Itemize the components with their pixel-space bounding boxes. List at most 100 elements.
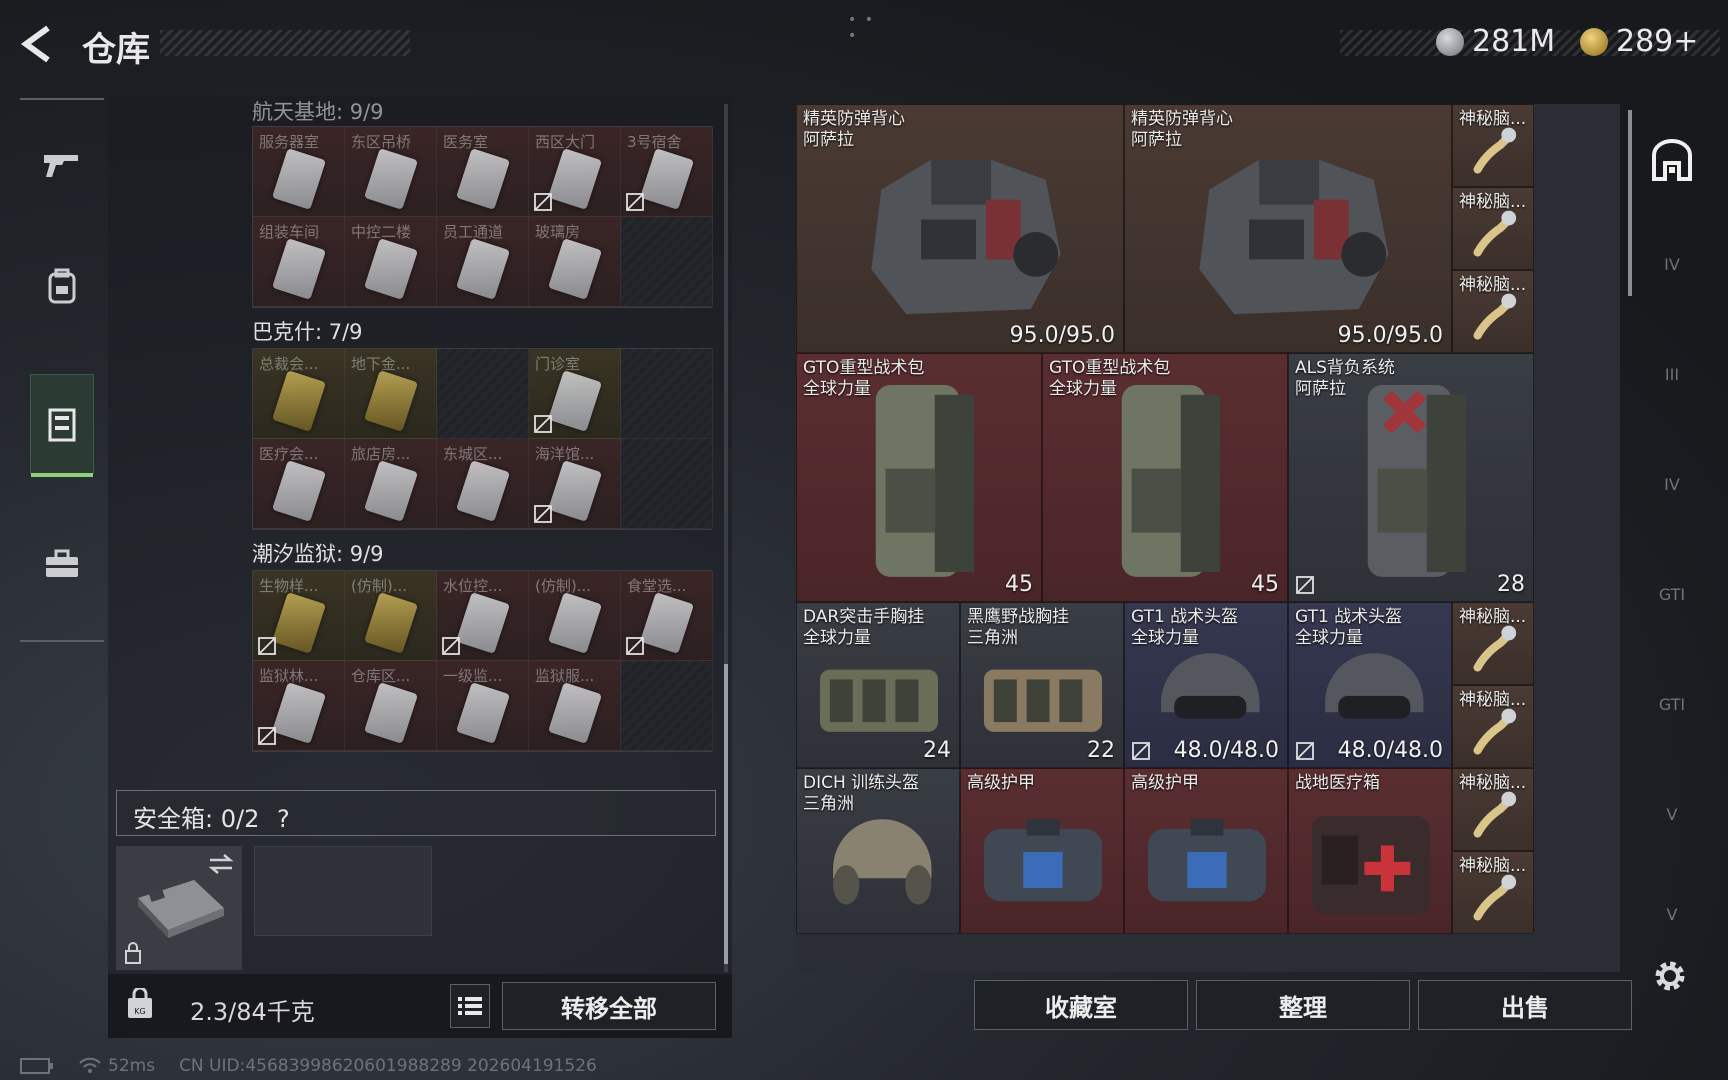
key-grid-prison: 生物样... (仿制)... 水位控... (仿制)... 食堂选... 监狱林... 仓库… (252, 570, 713, 752)
key-card-slot[interactable]: 水位控... (437, 571, 529, 661)
key-card-slot[interactable]: 生物样... (253, 571, 345, 661)
inventory-item[interactable]: ALS背负系统 阿萨拉 28 (1288, 353, 1534, 602)
rail-container-iv-b[interactable]: IV (1640, 454, 1704, 514)
key-card-slot[interactable]: 门诊室 (529, 349, 621, 439)
key-card-slot[interactable] (621, 661, 713, 751)
keycard-icon (363, 592, 419, 654)
key-card-slot[interactable]: 组装车间 (253, 217, 345, 307)
inventory-item[interactable]: DAR突击手胸挂 全球力量 24 (796, 602, 960, 768)
safe-case-icon (138, 880, 224, 938)
key-card-slot[interactable]: 东区吊桥 (345, 127, 437, 217)
key-card-slot[interactable]: (仿制)... (345, 571, 437, 661)
key-card-slot[interactable]: 医疗会... (253, 439, 345, 529)
rail-container-gti-a[interactable]: GTI (1640, 564, 1704, 624)
keycard-icon (547, 148, 603, 210)
inventory-item[interactable]: 黑鹰野战胸挂 三角洲 22 (960, 602, 1124, 768)
key-card-slot[interactable]: 服务器室 (253, 127, 345, 217)
key-card-slot[interactable]: 海洋馆... (529, 439, 621, 529)
safe-box-header[interactable]: 安全箱: 0/2 ? (116, 790, 716, 836)
container-icon: V (1666, 804, 1678, 824)
key-card-slot[interactable]: 西区大门 (529, 127, 621, 217)
tab-backpack[interactable] (30, 236, 94, 336)
keycard-icon (363, 682, 419, 744)
safe-box-label: 安全箱: 0/2 ? (133, 799, 290, 834)
key-card-slot[interactable]: (仿制)... (529, 571, 621, 661)
tab-locker[interactable] (30, 374, 94, 477)
swap-icon[interactable] (208, 854, 234, 874)
inventory-item[interactable]: GTO重型战术包 全球力量 45 (796, 353, 1042, 602)
drag-handle[interactable]: • • • (848, 12, 880, 44)
inventory-item[interactable]: 神秘脑... (1452, 685, 1534, 768)
key-card-slot[interactable]: 员工通道 (437, 217, 529, 307)
weight-icon: KG (128, 988, 152, 1018)
sell-button[interactable]: 出售 (1418, 980, 1632, 1030)
inventory-item[interactable]: 战地医疗箱 (1288, 768, 1452, 934)
settings-button[interactable] (1650, 956, 1690, 1000)
keycard-icon (639, 148, 695, 210)
rail-container-iv-a[interactable]: IV (1640, 234, 1704, 294)
key-card-slot[interactable]: 监狱林... (253, 661, 345, 751)
key-card-slot[interactable]: 监狱服... (529, 661, 621, 751)
organize-button[interactable]: 整理 (1196, 980, 1410, 1030)
key-card-slot[interactable]: 3号宿舍 (621, 127, 713, 217)
key-card-slot[interactable]: 医务室 (437, 127, 529, 217)
key-card-slot[interactable]: 东城区... (437, 439, 529, 529)
battery-icon (20, 1058, 53, 1074)
inventory-item[interactable]: 神秘脑... (1452, 851, 1534, 934)
inventory-item[interactable]: GTO重型战术包 全球力量 45 (1042, 353, 1288, 602)
inventory-item[interactable]: GT1 战术头盔 全球力量 48.0/48.0 (1124, 602, 1288, 768)
key-card-slot[interactable]: 食堂选... (621, 571, 713, 661)
key-card-slot[interactable]: 仓库区... (345, 661, 437, 751)
currency-silver[interactable]: 281M (1436, 24, 1555, 59)
container-icon: IV (1664, 474, 1680, 494)
key-card-slot[interactable]: 总裁会... (253, 349, 345, 439)
inventory-item[interactable]: 高级护甲 (960, 768, 1124, 934)
transfer-all-button[interactable]: 转移全部 (502, 982, 716, 1030)
safe-box-slot[interactable] (116, 846, 242, 970)
inventory-item[interactable]: 神秘脑... (1452, 602, 1534, 685)
key-card-slot[interactable]: 一级监... (437, 661, 529, 751)
key-card-slot[interactable] (621, 439, 713, 529)
inventory-item[interactable]: 高级护甲 (1124, 768, 1288, 934)
item-value: 48.0/48.0 (1338, 738, 1443, 763)
inventory-item[interactable]: 神秘脑... (1452, 104, 1534, 187)
inventory-item[interactable]: 神秘脑... (1452, 270, 1534, 353)
no-drop-icon (626, 193, 644, 211)
item-value: 22 (1087, 738, 1115, 763)
scrollbar-thumb[interactable] (724, 664, 728, 964)
tab-case[interactable] (30, 514, 94, 614)
rail-container-v-a[interactable]: V (1640, 784, 1704, 844)
inventory-item[interactable]: 神秘脑... (1452, 187, 1534, 270)
inventory-item[interactable]: 精英防弹背心 阿萨拉 95.0/95.0 (796, 104, 1124, 353)
key-card-slot[interactable]: 玻璃房 (529, 217, 621, 307)
key-card-slot[interactable]: 旅店房... (345, 439, 437, 529)
inventory-item[interactable]: 神秘脑... (1452, 768, 1534, 851)
key-card-slot[interactable]: 中控二楼 (345, 217, 437, 307)
key-card-slot[interactable] (621, 349, 713, 439)
safe-box-empty-slot[interactable] (254, 846, 432, 936)
collection-room-button[interactable]: 收藏室 (974, 980, 1188, 1030)
inventory-scrollbar[interactable] (1628, 110, 1632, 296)
key-card-slot[interactable] (437, 349, 529, 439)
rail-container-v-b[interactable]: V (1640, 884, 1704, 944)
no-drop-icon (442, 637, 460, 655)
list-view-button[interactable] (450, 984, 490, 1028)
title-decoration (160, 30, 410, 56)
inventory-item[interactable]: GT1 战术头盔 全球力量 48.0/48.0 (1288, 602, 1452, 768)
key-card-slot[interactable]: 地下金... (345, 349, 437, 439)
currency-gold[interactable]: 289+ (1580, 24, 1698, 59)
back-button[interactable] (18, 24, 58, 64)
tab-weapons[interactable] (30, 114, 94, 214)
rail-base[interactable] (1640, 130, 1704, 190)
item-name: 黑鹰野战胸挂 三角洲 (967, 607, 1069, 648)
rail-container-gti-b[interactable]: GTI (1640, 674, 1704, 734)
keycard-icon (639, 592, 695, 654)
inventory-item[interactable]: DICH 训练头盔 三角洲 (796, 768, 960, 934)
help-icon[interactable]: ? (277, 805, 290, 833)
inventory-item[interactable]: 精英防弹背心 阿萨拉 95.0/95.0 (1124, 104, 1452, 353)
container-icon: IV (1664, 254, 1680, 274)
uid-text: CN UID:456839986206019882​89 20260419152… (179, 1056, 597, 1076)
left-scrollbar[interactable] (724, 104, 728, 972)
rail-container-iii[interactable]: III (1640, 344, 1704, 404)
key-card-slot[interactable] (621, 217, 713, 307)
